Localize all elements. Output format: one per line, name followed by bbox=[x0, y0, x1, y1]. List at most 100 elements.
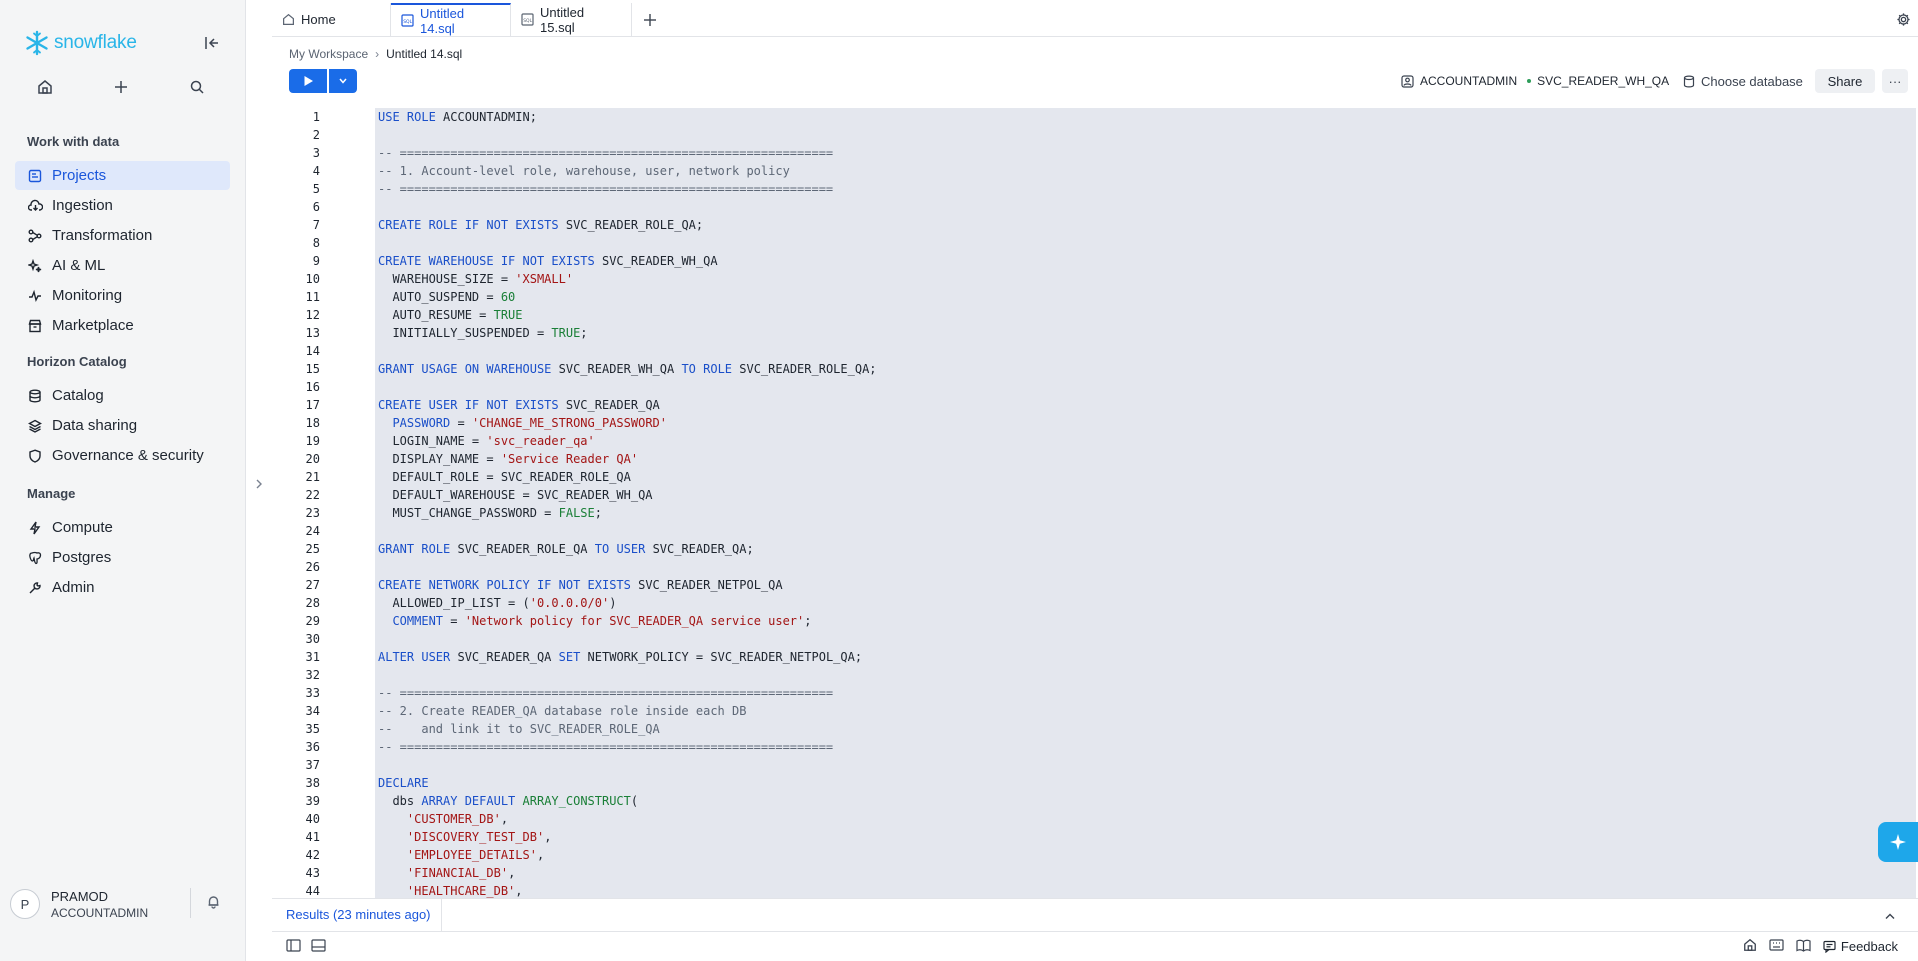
code-line[interactable]: dbs ARRAY DEFAULT ARRAY_CONSTRUCT( bbox=[375, 792, 1916, 810]
sidebar-item-label: Admin bbox=[52, 579, 95, 596]
code-line[interactable]: 'EMPLOYEE_DETAILS', bbox=[375, 846, 1916, 864]
settings-button[interactable] bbox=[1888, 3, 1918, 36]
run-button[interactable] bbox=[289, 69, 327, 93]
code-line[interactable]: PASSWORD = 'CHANGE_ME_STRONG_PASSWORD' bbox=[375, 414, 1916, 432]
code-line[interactable] bbox=[375, 342, 1916, 360]
code-line[interactable]: -- =====================================… bbox=[375, 180, 1916, 198]
tab-untitled-15[interactable]: SQL Untitled 15.sql bbox=[511, 3, 632, 36]
code-line[interactable]: GRANT USAGE ON WAREHOUSE SVC_READER_WH_Q… bbox=[375, 360, 1916, 378]
toggle-sidebar-button[interactable] bbox=[286, 938, 301, 955]
code-line[interactable]: -- =====================================… bbox=[375, 738, 1916, 756]
sidebar-item-postgres[interactable]: Postgres bbox=[15, 543, 230, 572]
sql-editor[interactable]: 1 2 3 4 5 6 7 8 9 10 11 12 13 14 15 16 17 18 19 20 21 22 23 24 2… bbox=[272, 108, 1918, 898]
panel-layout-icon bbox=[311, 938, 326, 952]
snowflake-logo[interactable]: snowflake bbox=[24, 30, 137, 56]
code-line[interactable]: MUST_CHANGE_PASSWORD = FALSE; bbox=[375, 504, 1916, 522]
create-button[interactable] bbox=[102, 74, 140, 100]
code-line[interactable]: DECLARE bbox=[375, 774, 1916, 792]
tab-home[interactable]: Home bbox=[272, 3, 391, 36]
code-line[interactable]: INITIALLY_SUSPENDED = TRUE; bbox=[375, 324, 1916, 342]
sidebar-item-marketplace[interactable]: Marketplace bbox=[15, 311, 230, 340]
code-line[interactable]: DEFAULT_ROLE = SVC_READER_ROLE_QA bbox=[375, 468, 1916, 486]
feedback-button[interactable]: Feedback bbox=[1823, 939, 1898, 954]
sidebar-item-transformation[interactable]: Transformation bbox=[15, 221, 230, 250]
results-tab[interactable]: Results (23 minutes ago) bbox=[286, 898, 442, 931]
new-tab-button[interactable] bbox=[632, 3, 668, 36]
code-line[interactable]: 'DISCOVERY_TEST_DB', bbox=[375, 828, 1916, 846]
code-line[interactable]: ALTER USER SVC_READER_QA SET NETWORK_POL… bbox=[375, 648, 1916, 666]
gear-icon bbox=[1896, 13, 1910, 26]
code-line[interactable] bbox=[375, 558, 1916, 576]
sidebar-item-catalog[interactable]: Catalog bbox=[15, 381, 230, 410]
code-token: FALSE bbox=[558, 506, 595, 520]
expand-results-button[interactable] bbox=[1884, 907, 1896, 923]
sidebar-item-compute[interactable]: Compute bbox=[15, 513, 230, 542]
code-line[interactable]: WAREHOUSE_SIZE = 'XSMALL' bbox=[375, 270, 1916, 288]
code-line[interactable]: -- =====================================… bbox=[375, 684, 1916, 702]
code-line[interactable]: -- 2. Create READER_QA database role ins… bbox=[375, 702, 1916, 720]
choose-database-button[interactable]: Choose database bbox=[1683, 69, 1803, 93]
catalog-icon bbox=[27, 388, 43, 404]
code-token: -- =====================================… bbox=[378, 146, 834, 160]
docs-button[interactable] bbox=[1796, 939, 1811, 955]
more-options-button[interactable]: ··· bbox=[1882, 69, 1908, 93]
sidebar-item-data-sharing[interactable]: Data sharing bbox=[15, 411, 230, 440]
code-line[interactable]: USE ROLE ACCOUNTADMIN; bbox=[375, 108, 1916, 126]
code-line[interactable]: 'FINANCIAL_DB', bbox=[375, 864, 1916, 882]
line-number: 42 bbox=[305, 848, 320, 862]
home-status-button[interactable] bbox=[1743, 938, 1757, 955]
code-token: SVC_READER_ROLE_QA; bbox=[739, 362, 877, 376]
code-line[interactable]: LOGIN_NAME = 'svc_reader_qa' bbox=[375, 432, 1916, 450]
code-line[interactable]: AUTO_RESUME = TRUE bbox=[375, 306, 1916, 324]
code-content[interactable]: USE ROLE ACCOUNTADMIN; -- ===============… bbox=[375, 108, 1916, 898]
breadcrumb-workspace[interactable]: My Workspace bbox=[289, 47, 368, 61]
toggle-results-button[interactable] bbox=[311, 938, 326, 955]
code-line[interactable]: DISPLAY_NAME = 'Service Reader QA' bbox=[375, 450, 1916, 468]
expand-panel-button[interactable] bbox=[249, 474, 269, 494]
code-line[interactable]: ALLOWED_IP_LIST = ('0.0.0.0/0') bbox=[375, 594, 1916, 612]
code-line[interactable] bbox=[375, 234, 1916, 252]
sidebar-item-monitoring[interactable]: Monitoring bbox=[15, 281, 230, 310]
tab-untitled-14[interactable]: SQL Untitled 14.sql bbox=[391, 3, 511, 36]
code-line[interactable]: DEFAULT_WAREHOUSE = SVC_READER_WH_QA bbox=[375, 486, 1916, 504]
ai-assistant-button[interactable] bbox=[1878, 822, 1918, 862]
collapse-sidebar-button[interactable] bbox=[199, 30, 225, 56]
code-line[interactable] bbox=[375, 666, 1916, 684]
line-number: 39 bbox=[305, 794, 320, 808]
code-line[interactable] bbox=[375, 630, 1916, 648]
code-line[interactable] bbox=[375, 126, 1916, 144]
context-selector[interactable]: ACCOUNTADMIN SVC_READER_WH_QA bbox=[1401, 69, 1669, 93]
code-line[interactable]: 'HEALTHCARE_DB', bbox=[375, 882, 1916, 898]
share-button[interactable]: Share bbox=[1815, 69, 1875, 93]
code-line[interactable]: CREATE WAREHOUSE IF NOT EXISTS SVC_READE… bbox=[375, 252, 1916, 270]
code-line[interactable]: CREATE NETWORK POLICY IF NOT EXISTS SVC_… bbox=[375, 576, 1916, 594]
code-token: , bbox=[500, 812, 509, 826]
code-token: -- and link it to SVC_READER_ROLE_QA bbox=[378, 722, 660, 736]
code-line[interactable]: 'CUSTOMER_DB', bbox=[375, 810, 1916, 828]
code-line[interactable] bbox=[375, 198, 1916, 216]
code-line[interactable]: -- =====================================… bbox=[375, 144, 1916, 162]
home-button[interactable] bbox=[26, 74, 64, 100]
sidebar-item-governance-security[interactable]: Governance & security bbox=[15, 441, 230, 470]
sidebar-item-projects[interactable]: Projects bbox=[15, 161, 230, 190]
code-line[interactable] bbox=[375, 522, 1916, 540]
code-line[interactable]: AUTO_SUSPEND = 60 bbox=[375, 288, 1916, 306]
code-token: = bbox=[450, 614, 465, 628]
search-button[interactable] bbox=[178, 74, 216, 100]
code-line[interactable]: CREATE ROLE IF NOT EXISTS SVC_READER_ROL… bbox=[375, 216, 1916, 234]
sidebar-item-ai-ml[interactable]: AI & ML bbox=[15, 251, 230, 280]
user-menu[interactable]: P PRAMOD ACCOUNTADMIN bbox=[10, 882, 235, 926]
run-options-button[interactable] bbox=[329, 69, 357, 93]
keyboard-button[interactable] bbox=[1769, 939, 1784, 954]
code-line[interactable] bbox=[375, 378, 1916, 396]
code-line[interactable] bbox=[375, 756, 1916, 774]
code-line[interactable]: COMMENT = 'Network policy for SVC_READER… bbox=[375, 612, 1916, 630]
sidebar-item-admin[interactable]: Admin bbox=[15, 573, 230, 602]
code-line[interactable]: CREATE USER IF NOT EXISTS SVC_READER_QA bbox=[375, 396, 1916, 414]
sidebar-item-ingestion[interactable]: Ingestion bbox=[15, 191, 230, 220]
code-line[interactable]: -- and link it to SVC_READER_ROLE_QA bbox=[375, 720, 1916, 738]
notifications-button[interactable] bbox=[206, 894, 221, 912]
code-line[interactable]: GRANT ROLE SVC_READER_ROLE_QA TO USER SV… bbox=[375, 540, 1916, 558]
code-line[interactable]: -- 1. Account-level role, warehouse, use… bbox=[375, 162, 1916, 180]
code-token: NETWORK_POLICY = SVC_READER_NETPOL_QA; bbox=[587, 650, 863, 664]
